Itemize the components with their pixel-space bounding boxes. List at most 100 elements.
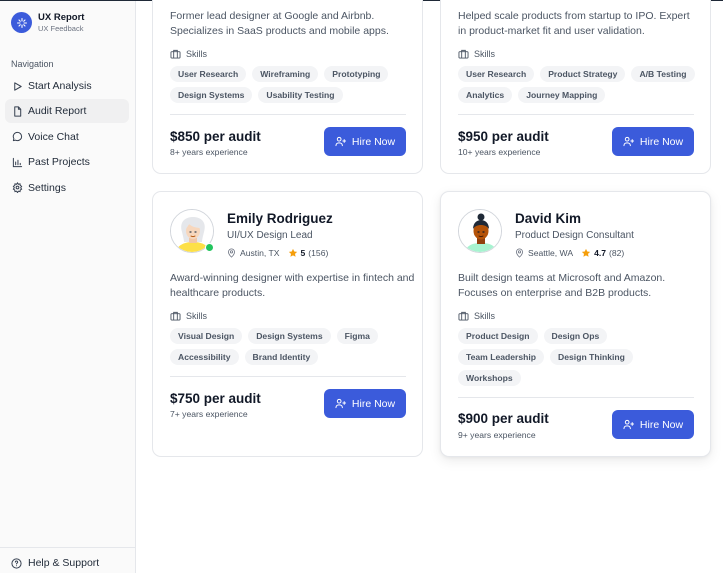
briefcase-icon [170, 49, 181, 59]
map-pin-icon [227, 248, 236, 258]
app-name: UX Report [38, 12, 85, 23]
nav-item-settings[interactable]: Settings [5, 176, 129, 200]
skill-chips: Product Design Design Ops Team Leadershi… [458, 328, 658, 386]
star-icon [288, 248, 298, 258]
experience: 8+ years experience [170, 147, 248, 157]
help-support-link[interactable]: Help & Support [11, 557, 99, 569]
sidebar: UX Report UX Feedback Navigation Start A… [0, 1, 136, 573]
skill-chips: User Research Product Strategy A/B Testi… [458, 66, 703, 103]
hire-now-button[interactable]: Hire Now [324, 389, 406, 418]
skill-chip: Brand Identity [244, 349, 319, 365]
hire-now-button[interactable]: Hire Now [612, 127, 694, 156]
skill-chip: User Research [458, 66, 535, 82]
nav-item-voice-chat[interactable]: Voice Chat [5, 125, 129, 149]
star-icon [581, 248, 591, 258]
designer-bio: Helped scale products from startup to IP… [458, 10, 690, 37]
skills-label: Skills [170, 49, 207, 59]
designer-name: Emily Rodriguez [227, 211, 333, 226]
nav-item-label: Past Projects [28, 156, 90, 169]
designer-role: UI/UX Design Lead [227, 230, 313, 241]
nav-heading: Navigation [11, 59, 54, 69]
briefcase-icon [170, 311, 181, 321]
designer-role: Product Design Consultant [515, 230, 634, 241]
skill-chip: A/B Testing [631, 66, 695, 82]
chat-bubble-icon [11, 131, 23, 143]
briefcase-icon [458, 49, 469, 59]
experience: 7+ years experience [170, 409, 248, 419]
skills-label: Skills [458, 49, 495, 59]
designer-card: Emily Rodriguez UI/UX Design Lead Austin… [152, 191, 423, 457]
experience: 9+ years experience [458, 430, 536, 440]
card-divider [458, 114, 694, 115]
location: Austin, TX [240, 248, 280, 258]
rating: 4.7 [594, 248, 607, 258]
nav-item-past-projects[interactable]: Past Projects [5, 150, 129, 174]
skill-chip: Design Ops [543, 328, 608, 344]
card-divider [170, 114, 406, 115]
skill-chip: Journey Mapping [518, 87, 606, 103]
skill-chip: Product Design [458, 328, 538, 344]
app-subtitle: UX Feedback [38, 23, 84, 33]
designer-card: David Kim Product Design Consultant Seat… [440, 191, 711, 457]
location: Seattle, WA [528, 248, 574, 258]
review-count: (82) [609, 248, 625, 258]
price: $850 per audit [170, 129, 261, 144]
designer-meta: Austin, TX 5 (156) [227, 248, 328, 258]
designer-card: Helped scale products from startup to IP… [440, 0, 711, 174]
designer-name: David Kim [515, 211, 582, 226]
card-divider [170, 376, 406, 377]
price: $750 per audit [170, 391, 261, 406]
designer-bio: Former lead designer at Google and Airbn… [170, 10, 389, 37]
skill-chip: Product Strategy [540, 66, 626, 82]
file-icon [11, 105, 23, 117]
nav-list: Start Analysis Audit Report Voice Chat P… [5, 74, 129, 201]
nav-item-label: Audit Report [28, 105, 87, 118]
skill-chip: Prototyping [324, 66, 389, 82]
sparkle-logo-icon [11, 12, 32, 33]
user-plus-icon [335, 398, 347, 409]
card-divider [458, 397, 694, 398]
nav-item-audit-report[interactable]: Audit Report [5, 99, 129, 124]
hire-now-button[interactable]: Hire Now [324, 127, 406, 156]
briefcase-icon [458, 311, 469, 321]
skill-chip: Usability Testing [258, 87, 343, 103]
price: $950 per audit [458, 129, 549, 144]
designer-bio: Award-winning designer with expertise in… [170, 272, 415, 299]
skill-chip: User Research [170, 66, 247, 82]
nav-item-start-analysis[interactable]: Start Analysis [5, 74, 129, 98]
experience: 10+ years experience [458, 147, 541, 157]
designer-card: Former lead designer at Google and Airbn… [152, 0, 423, 174]
skill-chips: User Research Wireframing Prototyping De… [170, 66, 415, 103]
avatar [458, 209, 502, 253]
gear-icon [11, 182, 23, 194]
designer-bio: Built design teams at Microsoft and Amaz… [458, 272, 666, 299]
hire-now-button[interactable]: Hire Now [612, 410, 694, 439]
skill-chip: Figma [336, 328, 378, 344]
skills-label: Skills [170, 311, 207, 321]
nav-item-label: Settings [28, 181, 66, 194]
user-plus-icon [623, 136, 635, 147]
map-pin-icon [515, 248, 524, 258]
nav-item-label: Voice Chat [28, 130, 79, 143]
play-icon [11, 80, 23, 92]
review-count: (156) [308, 248, 329, 258]
user-plus-icon [623, 419, 635, 430]
user-plus-icon [335, 136, 347, 147]
skill-chip: Workshops [458, 370, 521, 386]
skill-chip: Team Leadership [458, 349, 545, 365]
online-status-dot [205, 243, 214, 252]
skill-chip: Analytics [458, 87, 513, 103]
designer-meta: Seattle, WA 4.7 (82) [515, 248, 624, 258]
skill-chip: Visual Design [170, 328, 243, 344]
skill-chip: Wireframing [252, 66, 319, 82]
skills-label: Skills [458, 311, 495, 321]
brand[interactable]: UX Report UX Feedback [11, 12, 84, 33]
help-circle-icon [11, 557, 23, 569]
sidebar-footer: Help & Support [0, 547, 135, 573]
skill-chip: Design Thinking [550, 349, 633, 365]
bar-chart-icon [11, 156, 23, 168]
skill-chip: Accessibility [170, 349, 239, 365]
skill-chip: Design Systems [248, 328, 331, 344]
help-label: Help & Support [28, 557, 100, 569]
rating: 5 [300, 248, 306, 258]
